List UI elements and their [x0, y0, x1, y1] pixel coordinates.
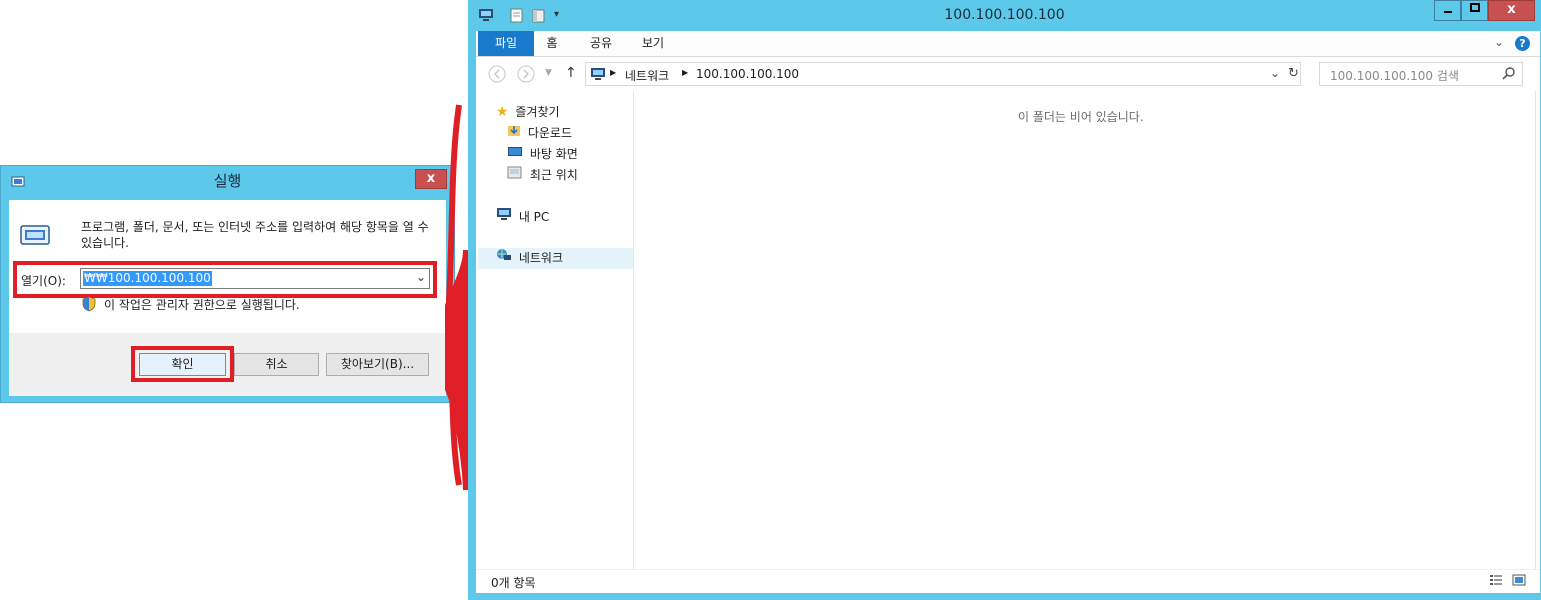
forward-icon[interactable] — [517, 65, 535, 86]
run-description: 프로그램, 폴더, 문서, 또는 인터넷 주소를 입력하여 해당 항목을 열 수… — [81, 220, 429, 250]
open-label: 열기(O): — [21, 274, 66, 288]
empty-folder-message: 이 폴더는 비어 있습니다. — [1018, 110, 1144, 124]
maximize-button[interactable] — [1461, 0, 1488, 21]
new-folder-icon[interactable] — [532, 8, 545, 26]
breadcrumb-host[interactable]: 100.100.100.100 — [696, 67, 799, 81]
nav-desktop-label: 바탕 화면 — [529, 147, 578, 161]
details-view-icon[interactable] — [1489, 574, 1503, 590]
nav-recent-label: 최근 위치 — [529, 168, 578, 182]
nav-this-pc-label: 내 PC — [518, 210, 550, 224]
search-box[interactable]: 100.100.100.100 검색 — [1319, 62, 1523, 86]
nav-recent[interactable]: 최근 위치 — [507, 165, 578, 185]
downloads-folder-icon — [507, 123, 521, 143]
nav-downloads[interactable]: 다운로드 — [507, 123, 572, 143]
address-dropdown-icon[interactable]: ⌄ — [1270, 66, 1280, 80]
search-input[interactable]: 100.100.100.100 검색 — [1330, 67, 1459, 84]
tab-file[interactable]: 파일 — [478, 31, 534, 56]
admin-note: 이 작업은 관리자 권한으로 실행됩니다. — [104, 298, 300, 312]
content-area — [476, 91, 1540, 569]
window-title: 100.100.100.100 — [944, 7, 1065, 23]
shield-icon — [82, 296, 96, 315]
properties-icon[interactable] — [510, 8, 523, 26]
breadcrumb-network[interactable]: 네트워크 — [625, 67, 669, 84]
nav-favorites[interactable]: ★ 즐겨찾기 — [496, 102, 560, 122]
run-program-icon — [19, 222, 51, 251]
refresh-icon[interactable]: ↻ — [1288, 66, 1299, 81]
red-arrow-shape — [445, 104, 469, 490]
recent-locations-icon[interactable]: ▼ — [545, 68, 552, 78]
status-bar: 0개 항목 — [476, 569, 1540, 593]
item-count: 0개 항목 — [491, 576, 536, 590]
nav-desktop[interactable]: 바탕 화면 — [507, 144, 578, 164]
network-icon — [496, 248, 512, 268]
nav-network[interactable]: 네트워크 — [496, 248, 563, 268]
browse-button[interactable]: 찾아보기(B)... — [326, 353, 429, 376]
computer-icon — [478, 8, 494, 25]
chevron-down-icon[interactable]: ⌄ — [416, 270, 426, 284]
run-dialog-title: 실행 — [213, 172, 242, 190]
back-icon[interactable] — [488, 65, 506, 86]
minimize-button[interactable] — [1434, 0, 1461, 21]
cancel-button[interactable]: 취소 — [234, 353, 319, 376]
tab-view[interactable]: 보기 — [630, 31, 676, 56]
nav-network-label: 네트워크 — [518, 251, 563, 265]
breadcrumb-separator-icon[interactable]: ▶ — [682, 68, 688, 77]
network-location-icon — [590, 67, 606, 84]
close-window-button[interactable]: x — [1488, 0, 1535, 21]
up-arrow-icon[interactable]: ↑ — [565, 65, 577, 81]
recent-places-icon — [507, 165, 523, 185]
content-right-border — [1535, 91, 1536, 569]
open-input-value[interactable]: ₩₩100.100.100.100 — [83, 271, 212, 286]
address-bar[interactable]: ▶ 네트워크 ▶ 100.100.100.100 ⌄ ↻ — [585, 62, 1301, 86]
nav-this-pc[interactable]: 내 PC — [496, 207, 549, 227]
breadcrumb-separator-icon[interactable]: ▶ — [610, 68, 616, 77]
search-icon[interactable] — [1502, 66, 1516, 83]
ok-button[interactable]: 확인 — [139, 353, 226, 376]
large-icons-view-icon[interactable] — [1512, 573, 1526, 590]
nav-favorites-label: 즐겨찾기 — [515, 105, 560, 119]
tab-home[interactable]: 홈 — [534, 31, 570, 56]
star-icon: ★ — [496, 104, 509, 120]
run-title-bar[interactable]: 실행 x — [1, 166, 454, 197]
nav-downloads-label: 다운로드 — [527, 126, 572, 140]
ribbon-expand-icon[interactable]: ⌄ — [1494, 35, 1504, 49]
open-combobox[interactable]: ₩₩100.100.100.100 ⌄ — [80, 268, 430, 289]
tab-share[interactable]: 공유 — [576, 31, 626, 56]
help-icon[interactable]: ? — [1515, 36, 1530, 51]
ribbon-bar: 파일 홈 공유 보기 ⌄ ? — [476, 31, 1540, 57]
customize-toolbar-icon[interactable]: ▾ — [554, 9, 559, 20]
desktop-icon — [507, 144, 523, 164]
computer-icon — [496, 207, 512, 227]
